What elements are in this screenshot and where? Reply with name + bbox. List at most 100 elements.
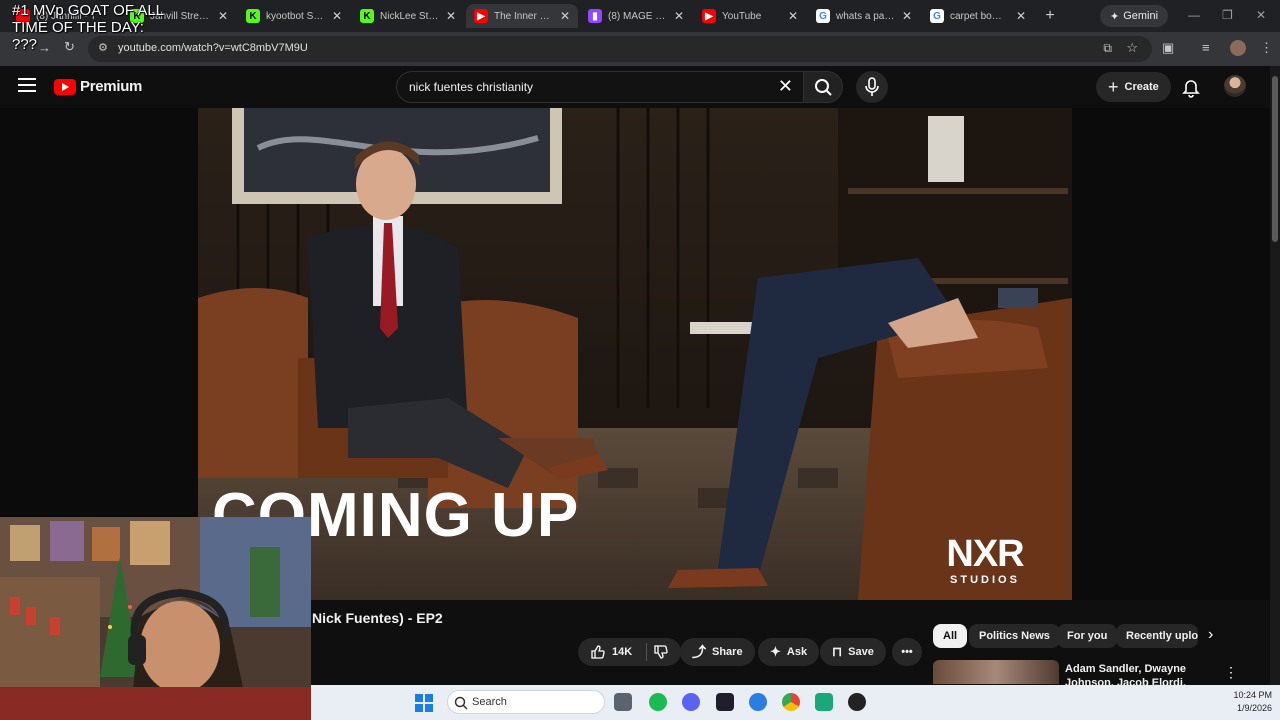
recommended-thumbnail[interactable] — [933, 660, 1059, 684]
save-button[interactable]: ⊓ Save — [820, 638, 886, 666]
chrome-icon[interactable] — [782, 693, 800, 711]
side-panel-icon[interactable]: ▣ — [1162, 40, 1174, 56]
media-control-icon[interactable]: ≡ — [1202, 40, 1210, 55]
webcam-frame — [0, 517, 311, 720]
browser-menu-icon[interactable]: ⋮ — [1260, 40, 1273, 56]
google-icon: G — [930, 9, 944, 23]
like-count: 14K — [612, 646, 633, 658]
youtube-header: Premium nick fuentes christianity ✕ + Cr… — [0, 66, 1270, 108]
close-icon[interactable]: ✕ — [560, 9, 570, 23]
chip-recently-uploaded[interactable]: Recently uplo — [1116, 624, 1198, 648]
chip-all[interactable]: All — [933, 624, 968, 648]
close-icon[interactable]: ✕ — [446, 9, 456, 23]
search-button[interactable] — [803, 71, 843, 103]
browser-toolbar: → ↻ ⚙ youtube.com/watch?v=wtC8mbV7M9U ⧉ … — [0, 32, 1280, 66]
thumbs-down-icon[interactable] — [653, 644, 669, 660]
close-icon[interactable]: ✕ — [1016, 9, 1026, 23]
more-actions-button[interactable]: ••• — [892, 638, 922, 666]
close-window-icon[interactable]: ✕ — [1256, 8, 1266, 22]
bookmark-icon: ⊓ — [832, 644, 843, 659]
menu-icon[interactable] — [18, 78, 36, 92]
create-button[interactable]: + Create — [1096, 72, 1171, 102]
system-clock[interactable]: 10:24 PM 1/9/2026 — [1233, 689, 1272, 715]
scrollbar-thumb[interactable] — [1272, 76, 1278, 242]
notifications-button[interactable] — [1180, 76, 1202, 98]
browser-tab[interactable]: G whats a parape ✕ — [808, 4, 920, 28]
youtube-icon: ▶ — [474, 9, 488, 23]
address-bar[interactable]: ⚙ youtube.com/watch?v=wtC8mbV7M9U ⧉ ☆ — [88, 36, 1152, 62]
voice-search-button[interactable] — [856, 71, 888, 103]
page-scrollbar[interactable] — [1270, 66, 1280, 686]
nxr-studios-logo: NXR STUDIOS — [938, 534, 1032, 586]
logo-main-text: NXR — [946, 533, 1024, 575]
browser-tab-strip: (8) Jahnilli - T K Jahvill Stream ✕ K ky… — [0, 0, 1280, 32]
bookmark-star-icon[interactable]: ☆ — [1126, 40, 1138, 56]
sparkle-icon: ✦ — [770, 644, 781, 659]
tab-label: kyootbot Strea — [266, 10, 326, 22]
minimize-icon[interactable]: — — [1188, 8, 1200, 22]
overlay-line: #1 MVp GOAT OF ALL — [12, 2, 165, 19]
app-icon[interactable] — [815, 693, 833, 711]
stream-overlay-text: #1 MVp GOAT OF ALL TIME OF THE DAY: ??? — [12, 2, 164, 53]
twitch-icon: ▮ — [588, 9, 602, 23]
youtube-icon: ▶ — [702, 9, 716, 23]
more-horizontal-icon: ••• — [901, 646, 913, 658]
chip-politics-news[interactable]: Politics News — [969, 624, 1060, 648]
clear-icon[interactable]: ✕ — [778, 76, 793, 97]
close-icon[interactable]: ✕ — [218, 9, 228, 23]
video-player[interactable]: COMING UP NXR STUDIOS — [198, 108, 1072, 600]
close-icon[interactable]: ✕ — [788, 9, 798, 23]
profile-avatar[interactable] — [1230, 40, 1246, 56]
clock-time: 10:24 PM — [1233, 690, 1272, 700]
ask-label: Ask — [786, 646, 808, 658]
search-value: nick fuentes christianity — [409, 80, 534, 94]
install-icon[interactable]: ⧉ — [1103, 41, 1112, 56]
more-vertical-icon[interactable]: ⋮ — [1224, 664, 1238, 681]
divider — [646, 643, 648, 661]
account-avatar[interactable] — [1224, 75, 1246, 97]
browser-tab[interactable]: ▶ YouTube ✕ — [694, 4, 806, 28]
new-tab-button[interactable]: + — [1040, 6, 1060, 26]
steam-icon[interactable] — [749, 693, 767, 711]
kick-icon: K — [360, 9, 374, 23]
google-icon: G — [816, 9, 830, 23]
browser-tab[interactable]: G carpet bombin ✕ — [922, 4, 1034, 28]
restore-icon[interactable]: ❐ — [1222, 8, 1233, 22]
clock-date: 1/9/2026 — [1236, 703, 1272, 713]
share-button[interactable]: ⤴ Share — [680, 638, 755, 666]
search-input[interactable]: nick fuentes christianity ✕ — [396, 71, 804, 103]
windows-start-icon[interactable] — [415, 694, 433, 712]
streamer-webcam — [0, 517, 311, 720]
browser-tab-active[interactable]: ▶ The Inner Worl ✕ — [466, 4, 578, 28]
youtube-play-icon — [54, 78, 76, 95]
terminal-icon[interactable] — [716, 693, 734, 711]
ask-button[interactable]: ✦ Ask — [758, 638, 820, 666]
taskbar-search[interactable]: Search — [447, 690, 605, 714]
tab-label: whats a parape — [836, 10, 896, 22]
windows-taskbar: Search 10:24 PM 1/9/2026 — [311, 685, 1280, 720]
tab-label: carpet bombin — [950, 10, 1010, 22]
share-label: Share — [712, 646, 743, 658]
like-button[interactable]: 14K — [578, 638, 682, 666]
kick-icon: K — [246, 9, 260, 23]
close-icon[interactable]: ✕ — [674, 9, 684, 23]
browser-tab[interactable]: K kyootbot Strea ✕ — [238, 4, 350, 28]
recommended-title[interactable]: Adam Sandler, Dwayne Johnson, Jacob Elor… — [1065, 662, 1215, 686]
file-explorer-icon[interactable] — [614, 693, 632, 711]
save-label: Save — [848, 646, 874, 658]
taskbar-search-label: Search — [472, 696, 507, 708]
gemini-button[interactable]: ✦ Gemini — [1100, 5, 1169, 27]
page-left-margin — [0, 108, 198, 518]
browser-tab[interactable]: ▮ (8) MAGE 3v3 F ✕ — [580, 4, 692, 28]
chip-for-you[interactable]: For you — [1057, 624, 1118, 648]
close-icon[interactable]: ✕ — [902, 9, 912, 23]
search-icon — [815, 79, 832, 96]
close-icon[interactable]: ✕ — [332, 9, 342, 23]
youtube-logo[interactable]: Premium — [54, 78, 142, 95]
browser-tab[interactable]: K NickLee Stream ✕ — [352, 4, 464, 28]
obs-icon[interactable] — [848, 693, 866, 711]
share-arrow-icon: ⤴ — [692, 644, 706, 660]
spotify-icon[interactable] — [649, 693, 667, 711]
chevron-right-icon[interactable]: › — [1208, 626, 1213, 644]
discord-icon[interactable] — [682, 693, 700, 711]
